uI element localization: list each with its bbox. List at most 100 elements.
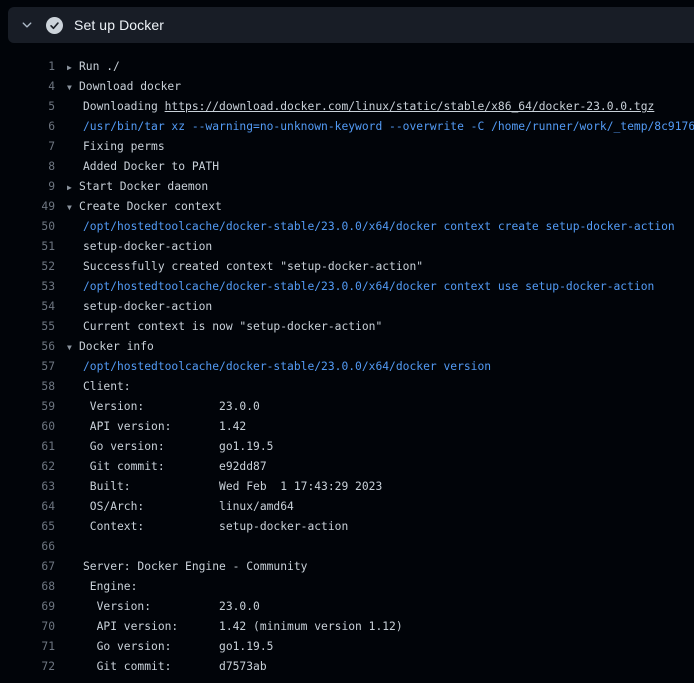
- log-line-number[interactable]: 5: [10, 97, 55, 117]
- log-line-number[interactable]: 57: [10, 357, 55, 377]
- log-line-number[interactable]: 63: [10, 477, 55, 497]
- log-line: 62 Git commit: e92dd87: [0, 457, 694, 477]
- log-text: API version: 1.42 (minimum version 1.12): [83, 620, 403, 633]
- log-line-content: ▶Start Docker daemon: [67, 177, 208, 197]
- log-line: 63 Built: Wed Feb 1 17:43:29 2023: [0, 477, 694, 497]
- log-line-number[interactable]: 61: [10, 437, 55, 457]
- log-line-number[interactable]: 72: [10, 657, 55, 677]
- log-line: 61 Go version: go1.19.5: [0, 437, 694, 457]
- log-line-number[interactable]: 1: [10, 57, 55, 77]
- step-header[interactable]: Set up Docker: [8, 7, 694, 43]
- log-line-content: ▼Download docker: [67, 77, 181, 97]
- log-line-number[interactable]: 67: [10, 557, 55, 577]
- log-group-header[interactable]: 4 ▼Download docker: [0, 77, 694, 97]
- log-line: 66: [0, 537, 694, 557]
- log-line-number[interactable]: 7: [10, 137, 55, 157]
- log-line-number[interactable]: 4: [10, 77, 55, 97]
- log-command-text: /usr/bin/tar xz --warning=no-unknown-key…: [83, 120, 694, 133]
- log-line-content: API version: 1.42: [67, 417, 246, 437]
- log-line-number[interactable]: 50: [10, 217, 55, 237]
- log-line-number[interactable]: 71: [10, 637, 55, 657]
- log-text: Context: setup-docker-action: [83, 520, 348, 533]
- log-line: 60 API version: 1.42: [0, 417, 694, 437]
- step-title: Set up Docker: [74, 17, 164, 33]
- log-line: 52 Successfully created context "setup-d…: [0, 257, 694, 277]
- log-line-number[interactable]: 70: [10, 617, 55, 637]
- log-line-number[interactable]: 68: [10, 577, 55, 597]
- log-line-number[interactable]: 59: [10, 397, 55, 417]
- log-line-content: Current context is now "setup-docker-act…: [67, 317, 382, 337]
- log-line-number[interactable]: 64: [10, 497, 55, 517]
- log-line: 64 OS/Arch: linux/amd64: [0, 497, 694, 517]
- log-group-header[interactable]: 56 ▼Docker info: [0, 337, 694, 357]
- log-group-header[interactable]: 1 ▶Run ./: [0, 57, 694, 77]
- log-line: 7 Fixing perms: [0, 137, 694, 157]
- log-line-number[interactable]: 6: [10, 117, 55, 137]
- log-line-content: Go version: go1.19.5: [67, 437, 273, 457]
- log-line-content: Fixing perms: [67, 137, 165, 157]
- log-line-number[interactable]: 54: [10, 297, 55, 317]
- log-line-number[interactable]: 52: [10, 257, 55, 277]
- log-line-content: ▼Create Docker context: [67, 197, 222, 217]
- log-text: Current context is now "setup-docker-act…: [83, 320, 382, 333]
- log-line-content: OS/Arch: linux/amd64: [67, 497, 294, 517]
- log-text: Server: Docker Engine - Community: [83, 560, 307, 573]
- group-collapse-icon[interactable]: ▼: [67, 338, 79, 358]
- log-line-content: Engine:: [67, 577, 137, 597]
- log-line-number[interactable]: 9: [10, 177, 55, 197]
- log-line-number[interactable]: 69: [10, 597, 55, 617]
- log-line-content: /usr/bin/tar xz --warning=no-unknown-key…: [67, 117, 694, 137]
- log-text: setup-docker-action: [83, 300, 212, 313]
- log-line-number[interactable]: 49: [10, 197, 55, 217]
- log-line: 58 Client:: [0, 377, 694, 397]
- success-check-icon: [46, 17, 63, 34]
- log-line-number[interactable]: 51: [10, 237, 55, 257]
- log-line-content: [67, 537, 83, 557]
- log-line-number[interactable]: 66: [10, 537, 55, 557]
- log-group-header[interactable]: 49 ▼Create Docker context: [0, 197, 694, 217]
- log-line: 71 Go version: go1.19.5: [0, 637, 694, 657]
- group-collapse-icon[interactable]: ▼: [67, 198, 79, 218]
- log-line-number[interactable]: 65: [10, 517, 55, 537]
- log-command-text: /opt/hostedtoolcache/docker-stable/23.0.…: [83, 280, 654, 293]
- log-line-number[interactable]: 53: [10, 277, 55, 297]
- log-line-number[interactable]: 55: [10, 317, 55, 337]
- log-text: Start Docker daemon: [79, 180, 208, 193]
- log-line-number[interactable]: 56: [10, 337, 55, 357]
- log-line-content: Successfully created context "setup-dock…: [67, 257, 423, 277]
- log-line-number[interactable]: 62: [10, 457, 55, 477]
- log-group-header[interactable]: 9 ▶Start Docker daemon: [0, 177, 694, 197]
- log-line-content: Context: setup-docker-action: [67, 517, 348, 537]
- log-line-content: setup-docker-action: [67, 297, 212, 317]
- log-line: 54 setup-docker-action: [0, 297, 694, 317]
- log-line-content: /opt/hostedtoolcache/docker-stable/23.0.…: [67, 217, 675, 237]
- log-command-text: /opt/hostedtoolcache/docker-stable/23.0.…: [83, 360, 491, 373]
- log-command-text: /opt/hostedtoolcache/docker-stable/23.0.…: [83, 220, 675, 233]
- log-text: Go version: go1.19.5: [83, 440, 273, 453]
- log-line: 55 Current context is now "setup-docker-…: [0, 317, 694, 337]
- log-line-number[interactable]: 58: [10, 377, 55, 397]
- log-line: 53 /opt/hostedtoolcache/docker-stable/23…: [0, 277, 694, 297]
- log-text: Version: 23.0.0: [83, 400, 260, 413]
- log-text: Added Docker to PATH: [83, 160, 219, 173]
- log-line-content: Added Docker to PATH: [67, 157, 219, 177]
- log-line-content: ▶Run ./: [67, 57, 120, 77]
- chevron-down-icon[interactable]: [20, 18, 34, 32]
- log-line-content: Server: Docker Engine - Community: [67, 557, 307, 577]
- log-text: Download docker: [79, 80, 181, 93]
- log-link[interactable]: https://download.docker.com/linux/static…: [165, 100, 655, 113]
- group-collapse-icon[interactable]: ▼: [67, 78, 79, 98]
- log-text: Built: Wed Feb 1 17:43:29 2023: [83, 480, 382, 493]
- log-text: Git commit: e92dd87: [83, 460, 267, 473]
- log-line-content: ▼Docker info: [67, 337, 154, 357]
- log-line-content: Version: 23.0.0: [67, 597, 260, 617]
- group-expand-icon[interactable]: ▶: [67, 178, 79, 198]
- log-line-number[interactable]: 60: [10, 417, 55, 437]
- log-line-content: Git commit: d7573ab: [67, 657, 267, 677]
- actions-log-viewer: Set up Docker 1 ▶Run ./ 4 ▼Download dock…: [0, 0, 694, 683]
- group-expand-icon[interactable]: ▶: [67, 58, 79, 78]
- log-text: Downloading: [83, 100, 165, 113]
- log-line-content: Built: Wed Feb 1 17:43:29 2023: [67, 477, 382, 497]
- log-line: 68 Engine:: [0, 577, 694, 597]
- log-line-number[interactable]: 8: [10, 157, 55, 177]
